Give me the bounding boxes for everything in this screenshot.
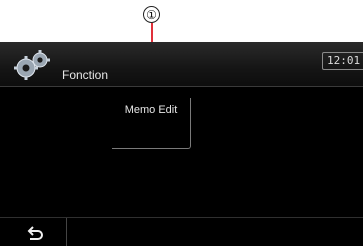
clock-display: 12:01 <box>322 52 363 70</box>
back-button[interactable] <box>0 218 67 246</box>
gear-icon <box>14 50 50 80</box>
title-bar: Fonction 12:01 <box>0 42 363 86</box>
memo-edit-label: Memo Edit <box>124 104 178 116</box>
page-title: Fonction <box>62 68 109 82</box>
bottom-bar <box>0 217 363 246</box>
title-divider <box>0 86 363 87</box>
memo-edit-button[interactable]: Memo Edit <box>112 98 191 149</box>
back-arrow-icon <box>27 226 43 240</box>
callout-number: ① <box>143 6 160 23</box>
device-screen: Fonction 12:01 Memo Edit <box>0 42 363 246</box>
